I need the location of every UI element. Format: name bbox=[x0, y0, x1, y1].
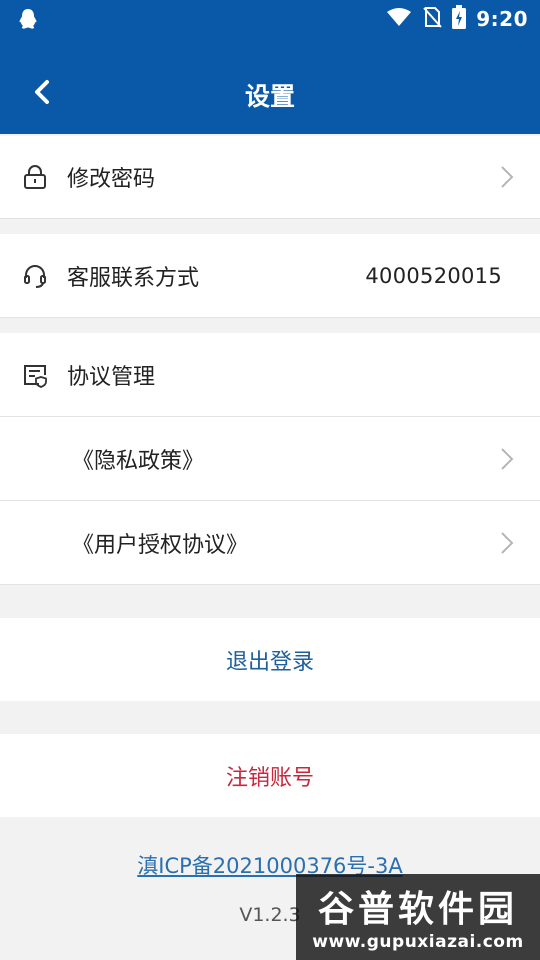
divider bbox=[0, 317, 540, 318]
chevron-right-icon bbox=[500, 165, 514, 189]
agreements-header-row: 协议管理 bbox=[0, 333, 540, 416]
battery-icon bbox=[452, 5, 467, 33]
customer-service-row[interactable]: 客服联系方式 4000520015 bbox=[0, 234, 540, 317]
user-authorization-row[interactable]: 《用户授权协议》 bbox=[0, 501, 540, 584]
cancel-account-button[interactable]: 注销账号 bbox=[0, 734, 540, 817]
logout-button[interactable]: 退出登录 bbox=[0, 618, 540, 701]
no-sim-icon bbox=[422, 6, 442, 32]
lock-icon bbox=[22, 164, 48, 190]
watermark-title: 谷普软件园 bbox=[317, 889, 518, 930]
qq-icon bbox=[18, 8, 38, 34]
privacy-policy-row[interactable]: 《隐私政策》 bbox=[0, 417, 540, 500]
agreements-label: 协议管理 bbox=[67, 364, 156, 390]
headset-icon bbox=[22, 263, 48, 289]
wifi-icon bbox=[386, 7, 412, 31]
divider bbox=[0, 584, 540, 585]
nav-bar: 设置 bbox=[0, 52, 540, 134]
status-bar: 9:20 bbox=[0, 0, 540, 38]
user-authorization-label: 《用户授权协议》 bbox=[72, 532, 249, 558]
customer-service-label: 客服联系方式 bbox=[67, 265, 200, 291]
watermark-url: www.gupuxiazai.com bbox=[312, 932, 524, 952]
change-password-label: 修改密码 bbox=[67, 167, 156, 192]
chevron-right-icon bbox=[500, 531, 514, 555]
app-header: 9:20 设置 bbox=[0, 0, 540, 134]
chevron-right-icon bbox=[500, 447, 514, 471]
change-password-row[interactable]: 修改密码 bbox=[0, 136, 540, 218]
divider bbox=[0, 218, 540, 219]
customer-service-phone[interactable]: 4000520015 bbox=[365, 264, 502, 288]
privacy-policy-label: 《隐私政策》 bbox=[72, 448, 205, 474]
watermark: 谷普软件园 www.gupuxiazai.com bbox=[296, 874, 540, 960]
document-shield-icon bbox=[22, 362, 48, 388]
status-time: 9:20 bbox=[476, 7, 528, 31]
page-title: 设置 bbox=[244, 82, 295, 111]
